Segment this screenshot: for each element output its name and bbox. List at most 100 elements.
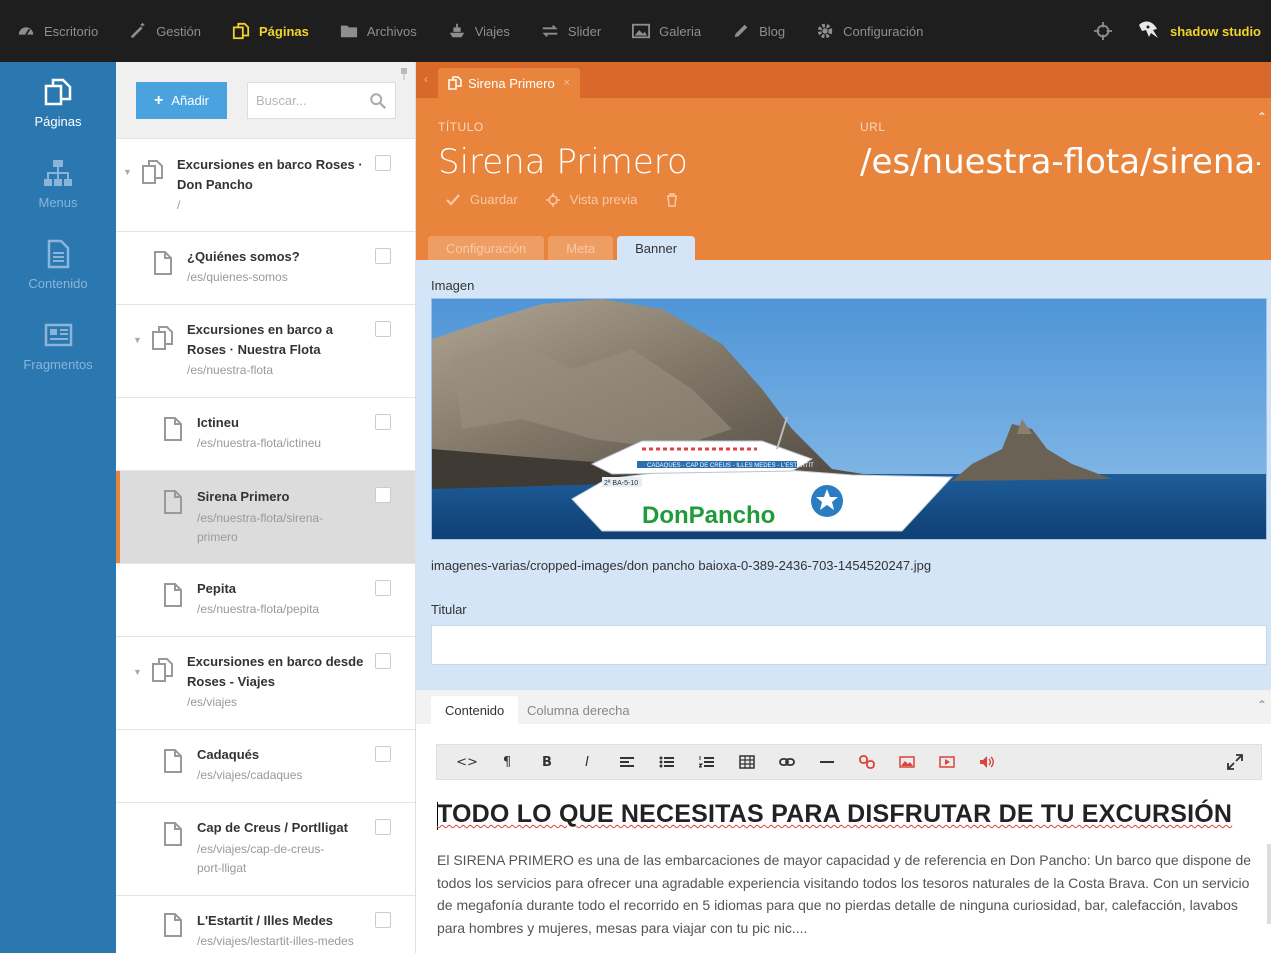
document-tabs: ‹ Sirena Primero ×	[416, 62, 1271, 98]
sidebar-item-contenido[interactable]: Contenido	[0, 224, 116, 305]
add-page-button[interactable]: + Añadir	[136, 82, 227, 119]
pages-icon	[448, 76, 462, 90]
node-url: /es/nuestra-flota/sirena-primero	[197, 511, 324, 544]
bold-icon[interactable]: B	[527, 744, 567, 780]
pages-icon	[152, 326, 173, 350]
node-checkbox[interactable]	[375, 487, 391, 503]
insert-image-icon[interactable]	[887, 744, 927, 780]
nav-label: Escritorio	[44, 23, 99, 39]
tree-node[interactable]: Cadaqués /es/viajes/cadaques	[116, 730, 415, 803]
tab-contenido[interactable]: Contenido	[431, 696, 519, 724]
node-title: Excursiones en barco a Roses · Nuestra F…	[187, 322, 333, 357]
search-input[interactable]	[256, 93, 356, 108]
paragraph-icon[interactable]: ¶	[487, 744, 527, 780]
chevron-left-icon[interactable]: ‹	[424, 72, 428, 86]
tree-node[interactable]: Cap de Creus / Portlligat /es/viajes/cap…	[116, 803, 415, 896]
picture-icon	[631, 22, 651, 40]
nav-item-paginas[interactable]: Páginas	[231, 0, 309, 62]
tab-columna-derecha[interactable]: Columna derecha	[513, 696, 644, 724]
close-icon[interactable]: ×	[564, 77, 570, 89]
tab-configuracion[interactable]: Configuración	[428, 236, 545, 260]
node-checkbox[interactable]	[375, 819, 391, 835]
numbered-list-icon[interactable]	[687, 744, 727, 780]
nav-item-blog[interactable]: Blog	[731, 0, 785, 62]
node-checkbox[interactable]	[375, 746, 391, 762]
check-icon	[446, 193, 460, 206]
settings-tabs: Configuración Meta Banner	[428, 236, 699, 260]
nav-item-viajes[interactable]: Viajes	[447, 0, 510, 62]
italic-icon[interactable]: I	[567, 744, 607, 780]
collapse-caret-icon[interactable]: ▼	[133, 667, 143, 677]
crosshair-icon[interactable]	[1094, 22, 1112, 40]
tree-node[interactable]: Ictineu /es/nuestra-flota/ictineu	[116, 398, 415, 471]
node-checkbox[interactable]	[375, 580, 391, 596]
pin-icon[interactable]	[399, 68, 409, 80]
insert-audio-icon[interactable]	[967, 744, 1007, 780]
tree-node[interactable]: ¿Quiénes somos? /es/quienes-somos	[116, 232, 415, 305]
tree-node[interactable]: ▼ Excursiones en barco Roses · Don Panch…	[116, 139, 415, 232]
nav-item-slider[interactable]: Slider	[540, 0, 601, 62]
insert-video-icon[interactable]	[927, 744, 967, 780]
tree-node-selected[interactable]: Sirena Primero /es/nuestra-flota/sirena-…	[116, 471, 415, 564]
node-checkbox[interactable]	[375, 414, 391, 430]
chevron-up-icon[interactable]: ⌃	[1257, 110, 1267, 124]
title-label: TÍTULO	[438, 120, 484, 134]
nav-item-escritorio[interactable]: Escritorio	[16, 0, 98, 62]
nav-item-galeria[interactable]: Galeria	[631, 0, 701, 62]
bullet-list-icon[interactable]	[647, 744, 687, 780]
collapse-caret-icon[interactable]: ▼	[123, 167, 133, 177]
delete-button[interactable]	[665, 192, 689, 207]
code-view-icon[interactable]: <>	[447, 744, 487, 780]
tree-node[interactable]: ▼ Excursiones en barco a Roses · Nuestra…	[116, 305, 415, 398]
tab-banner[interactable]: Banner	[617, 236, 696, 260]
node-checkbox[interactable]	[375, 155, 391, 171]
save-button[interactable]: Guardar	[446, 192, 518, 207]
node-checkbox[interactable]	[375, 653, 391, 669]
sidebar-item-menus[interactable]: Menus	[0, 143, 116, 224]
tree-node[interactable]: Pepita /es/nuestra-flota/pepita	[116, 564, 415, 637]
pages-icon	[142, 160, 163, 184]
content-heading[interactable]: TODO LO QUE NECESITAS PARA DISFRUTAR DE …	[437, 800, 1232, 829]
page-title-field[interactable]: Sirena Primero	[438, 142, 688, 182]
add-button-label: Añadir	[171, 93, 209, 108]
horizontal-rule-icon[interactable]	[807, 744, 847, 780]
node-checkbox[interactable]	[375, 248, 391, 264]
table-icon[interactable]	[727, 744, 767, 780]
search-icon[interactable]	[369, 92, 387, 110]
link-icon[interactable]	[767, 744, 807, 780]
brand-name[interactable]: shadow studio	[1170, 24, 1261, 39]
boat-name-text: DonPancho	[642, 502, 775, 529]
content-paragraph[interactable]: El SIRENA PRIMERO es una de las embarcac…	[437, 849, 1252, 939]
internal-link-icon[interactable]	[847, 744, 887, 780]
document-icon	[164, 490, 182, 514]
tree-node[interactable]: ▼ Excursiones en barco desde Roses - Via…	[116, 637, 415, 730]
sidebar-item-fragmentos[interactable]: Fragmentos	[0, 305, 116, 386]
banner-image[interactable]: CADAQUES - CAP DE CREUS - ILLES MEDES - …	[431, 298, 1267, 540]
document-tab[interactable]: Sirena Primero ×	[438, 68, 580, 98]
document-icon	[154, 251, 172, 275]
fullscreen-icon[interactable]	[1215, 744, 1255, 780]
tab-meta[interactable]: Meta	[548, 236, 614, 260]
node-title: Cadaqués	[197, 747, 260, 762]
node-title: Ictineu	[197, 415, 239, 430]
document-tab-label: Sirena Primero	[468, 75, 555, 91]
page-url-field[interactable]: /es/nuestra-flota/sirena-primero	[860, 142, 1260, 182]
node-title: ¿Quiénes somos?	[187, 249, 300, 264]
node-checkbox[interactable]	[375, 321, 391, 337]
content-tabs: Contenido Columna derecha ⌃	[416, 690, 1271, 724]
titular-input[interactable]	[431, 625, 1267, 665]
sidebar-item-paginas[interactable]: Páginas	[0, 62, 116, 143]
banner-panel: Imagen CADAQUES - CAP DE CREUS - ILLES M…	[416, 260, 1271, 690]
nav-item-configuracion[interactable]: Configuración	[815, 0, 923, 62]
editor-scrollbar[interactable]	[1267, 844, 1271, 924]
tree-node[interactable]: L'Estartit / Illes Medes /es/viajes/lest…	[116, 896, 415, 953]
node-url: /es/nuestra-flota/ictineu	[197, 436, 322, 450]
collapse-caret-icon[interactable]: ▼	[133, 335, 143, 345]
nav-item-gestion[interactable]: Gestión	[128, 0, 201, 62]
align-icon[interactable]	[607, 744, 647, 780]
nav-item-archivos[interactable]: Archivos	[339, 0, 417, 62]
chevron-up-icon[interactable]: ⌃	[1257, 698, 1267, 712]
node-checkbox[interactable]	[375, 912, 391, 928]
node-url: /es/viajes/lestartit-illes-medes	[197, 934, 354, 948]
preview-button[interactable]: Vista previa	[545, 192, 637, 207]
